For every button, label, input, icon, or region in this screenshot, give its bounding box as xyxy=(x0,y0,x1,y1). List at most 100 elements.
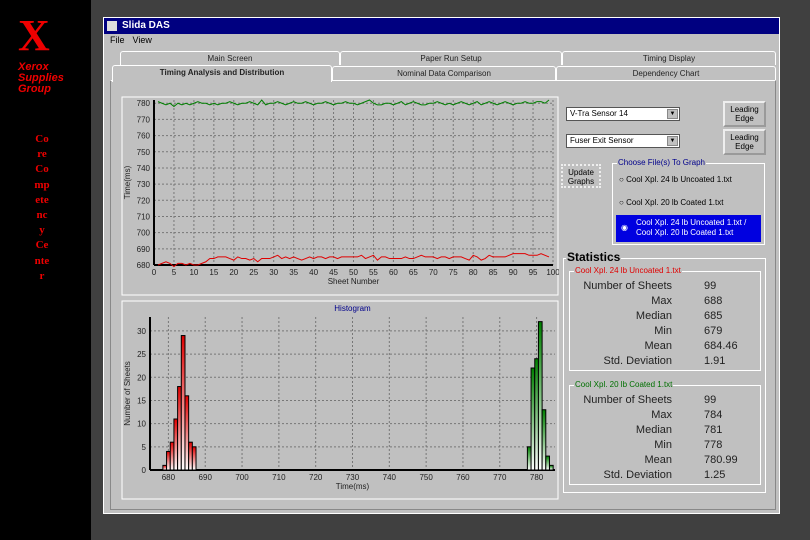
tab-paper-run-setup[interactable]: Paper Run Setup xyxy=(340,51,562,65)
tab-main-screen[interactable]: Main Screen xyxy=(120,51,340,65)
sensor2-value: Fuser Exit Sensor xyxy=(570,136,634,145)
sensor1-dropdown[interactable]: V-Tra Sensor 14 ▼ xyxy=(566,107,680,121)
stat-row: Std. Deviation 1.91 xyxy=(570,355,760,369)
x-tick-label: 780 xyxy=(530,473,544,482)
statistics-group: Statistics Cool Xpl. 24 lb Uncoated 1.tx… xyxy=(563,250,766,493)
file-option-1[interactable]: ○ Cool Xpl. 24 lb Uncoated 1.txt xyxy=(619,175,732,184)
file-option-label: Cool Xpl. 24 lb Uncoated 1.txt / Cool Xp… xyxy=(636,218,747,237)
y-tick-label: 710 xyxy=(137,212,151,221)
stat-label: Median xyxy=(635,310,672,322)
histogram-bar xyxy=(534,358,539,471)
stat-value: 688 xyxy=(704,295,723,307)
file-option-3-selected[interactable]: ◉ Cool Xpl. 24 lb Uncoated 1.txt / Cool X… xyxy=(616,215,761,242)
title-bar: Slida DAS xyxy=(104,18,779,34)
histogram-bar xyxy=(184,395,190,471)
stat-row: Median 685 xyxy=(570,310,760,324)
menu-file[interactable]: File xyxy=(110,35,125,45)
x-tick-label: 70 xyxy=(429,268,438,277)
stat-row: Std. Deviation 1.25 xyxy=(570,469,760,483)
stat-value: 780.99 xyxy=(704,454,738,466)
histogram-bar xyxy=(548,464,554,471)
app-window: Slida DAS File View Main Screen Paper Run… xyxy=(103,17,780,514)
x-tick-label: 750 xyxy=(419,473,433,482)
stats-set-2-name: Cool Xpl. 20 lb Coated 1.txt xyxy=(574,380,674,389)
y-tick-label: 700 xyxy=(137,229,151,238)
window-title: Slida DAS xyxy=(122,20,170,31)
x-tick-label: 85 xyxy=(489,268,498,277)
stat-label: Std. Deviation xyxy=(603,355,672,367)
sidebar: X Xerox Supplies Group Core Competency C… xyxy=(0,0,91,540)
tab-timing-display[interactable]: Timing Display xyxy=(562,51,776,65)
histogram-bar xyxy=(530,367,536,471)
tab-timing-analysis[interactable]: Timing Analysis and Distribution xyxy=(112,65,332,82)
sensor2-dropdown[interactable]: Fuser Exit Sensor ▼ xyxy=(566,134,680,148)
stat-label: Max xyxy=(651,409,672,421)
stat-row: Number of Sheets 99 xyxy=(570,280,760,294)
y-tick-label: 0 xyxy=(142,466,147,475)
file-option-label: Cool Xpl. 24 lb Uncoated 1.txt xyxy=(626,175,732,184)
sensor1-value: V-Tra Sensor 14 xyxy=(570,109,628,118)
x-tick-label: 700 xyxy=(235,473,249,482)
histogram-bar xyxy=(169,441,175,471)
x-tick-label: 95 xyxy=(529,268,538,277)
x-tick-label: 30 xyxy=(269,268,278,277)
chevron-down-icon[interactable]: ▼ xyxy=(667,109,678,119)
stat-value: 99 xyxy=(704,280,717,292)
menu-view[interactable]: View xyxy=(133,35,152,45)
y-tick-label: 720 xyxy=(137,196,151,205)
stat-label: Mean xyxy=(644,340,672,352)
y-tick-label: 10 xyxy=(137,420,146,429)
y-tick-label: 30 xyxy=(137,327,146,336)
y-axis-label: Number of Sheets xyxy=(123,361,132,425)
histogram-bar xyxy=(541,409,547,471)
histogram-bar xyxy=(166,450,171,471)
x-tick-label: 5 xyxy=(172,268,177,277)
statistics-title: Statistics xyxy=(566,250,622,264)
x-tick-label: 75 xyxy=(449,268,458,277)
x-tick-label: 45 xyxy=(329,268,338,277)
stat-value: 1.25 xyxy=(704,469,726,481)
histogram-bar xyxy=(162,464,168,471)
x-tick-label: 60 xyxy=(389,268,398,277)
x-tick-label: 80 xyxy=(469,268,478,277)
histogram-bar xyxy=(188,441,193,471)
timing-line-chart: 0 5 10 15 20 25 30 35 40 45 50 55 60 65 70 75 80 85 90 95 10… xyxy=(121,96,559,296)
x-tick-label: 690 xyxy=(199,473,213,482)
stat-row: Median 781 xyxy=(570,424,760,438)
x-tick-label: 65 xyxy=(409,268,418,277)
file-option-2[interactable]: ○ Cool Xpl. 20 lb Coated 1.txt xyxy=(619,198,723,207)
stat-row: Min 778 xyxy=(570,439,760,453)
y-tick-label: 770 xyxy=(137,115,151,124)
x-tick-label: 100 xyxy=(546,268,559,277)
y-tick-label: 750 xyxy=(137,148,151,157)
tab-nominal-data[interactable]: Nominal Data Comparison xyxy=(332,66,556,80)
app-icon xyxy=(107,21,117,31)
update-graphs-button[interactable]: Update Graphs xyxy=(561,164,601,188)
y-tick-label: 740 xyxy=(137,164,151,173)
y-tick-label: 730 xyxy=(137,180,151,189)
stat-row: Max 784 xyxy=(570,409,760,423)
stat-value: 781 xyxy=(704,424,723,436)
stat-row: Min 679 xyxy=(570,325,760,339)
stat-label: Min xyxy=(654,325,672,337)
y-tick-label: 15 xyxy=(137,396,146,405)
radio-selected-icon: ◉ xyxy=(621,223,628,232)
tab-dependency-chart[interactable]: Dependency Chart xyxy=(556,66,776,80)
stats-set-1-name: Cool Xpl. 24 lb Uncoated 1.txt xyxy=(574,266,682,275)
edge1-button[interactable]: Leading Edge xyxy=(723,101,766,127)
x-tick-label: 680 xyxy=(162,473,176,482)
x-tick-label: 770 xyxy=(493,473,507,482)
file-chooser-group: Choose File(s) To Graph ○ Cool Xpl. 24 l… xyxy=(612,158,765,245)
edge2-button[interactable]: Leading Edge xyxy=(723,129,766,155)
histogram-chart: 680 690 700 710 720 730 740 750 760 770 780 0 5 10 15 2… xyxy=(121,300,559,500)
stat-value: 784 xyxy=(704,409,723,421)
y-tick-label: 760 xyxy=(137,132,151,141)
histogram-bar xyxy=(545,455,550,471)
histogram-bar xyxy=(173,418,179,471)
chevron-down-icon[interactable]: ▼ xyxy=(667,136,678,146)
histogram-bar xyxy=(526,446,532,471)
stat-row: Number of Sheets 99 xyxy=(570,394,760,408)
stat-label: Max xyxy=(651,295,672,307)
logo-text: Xerox Supplies Group xyxy=(18,61,64,95)
x-tick-label: 40 xyxy=(309,268,318,277)
